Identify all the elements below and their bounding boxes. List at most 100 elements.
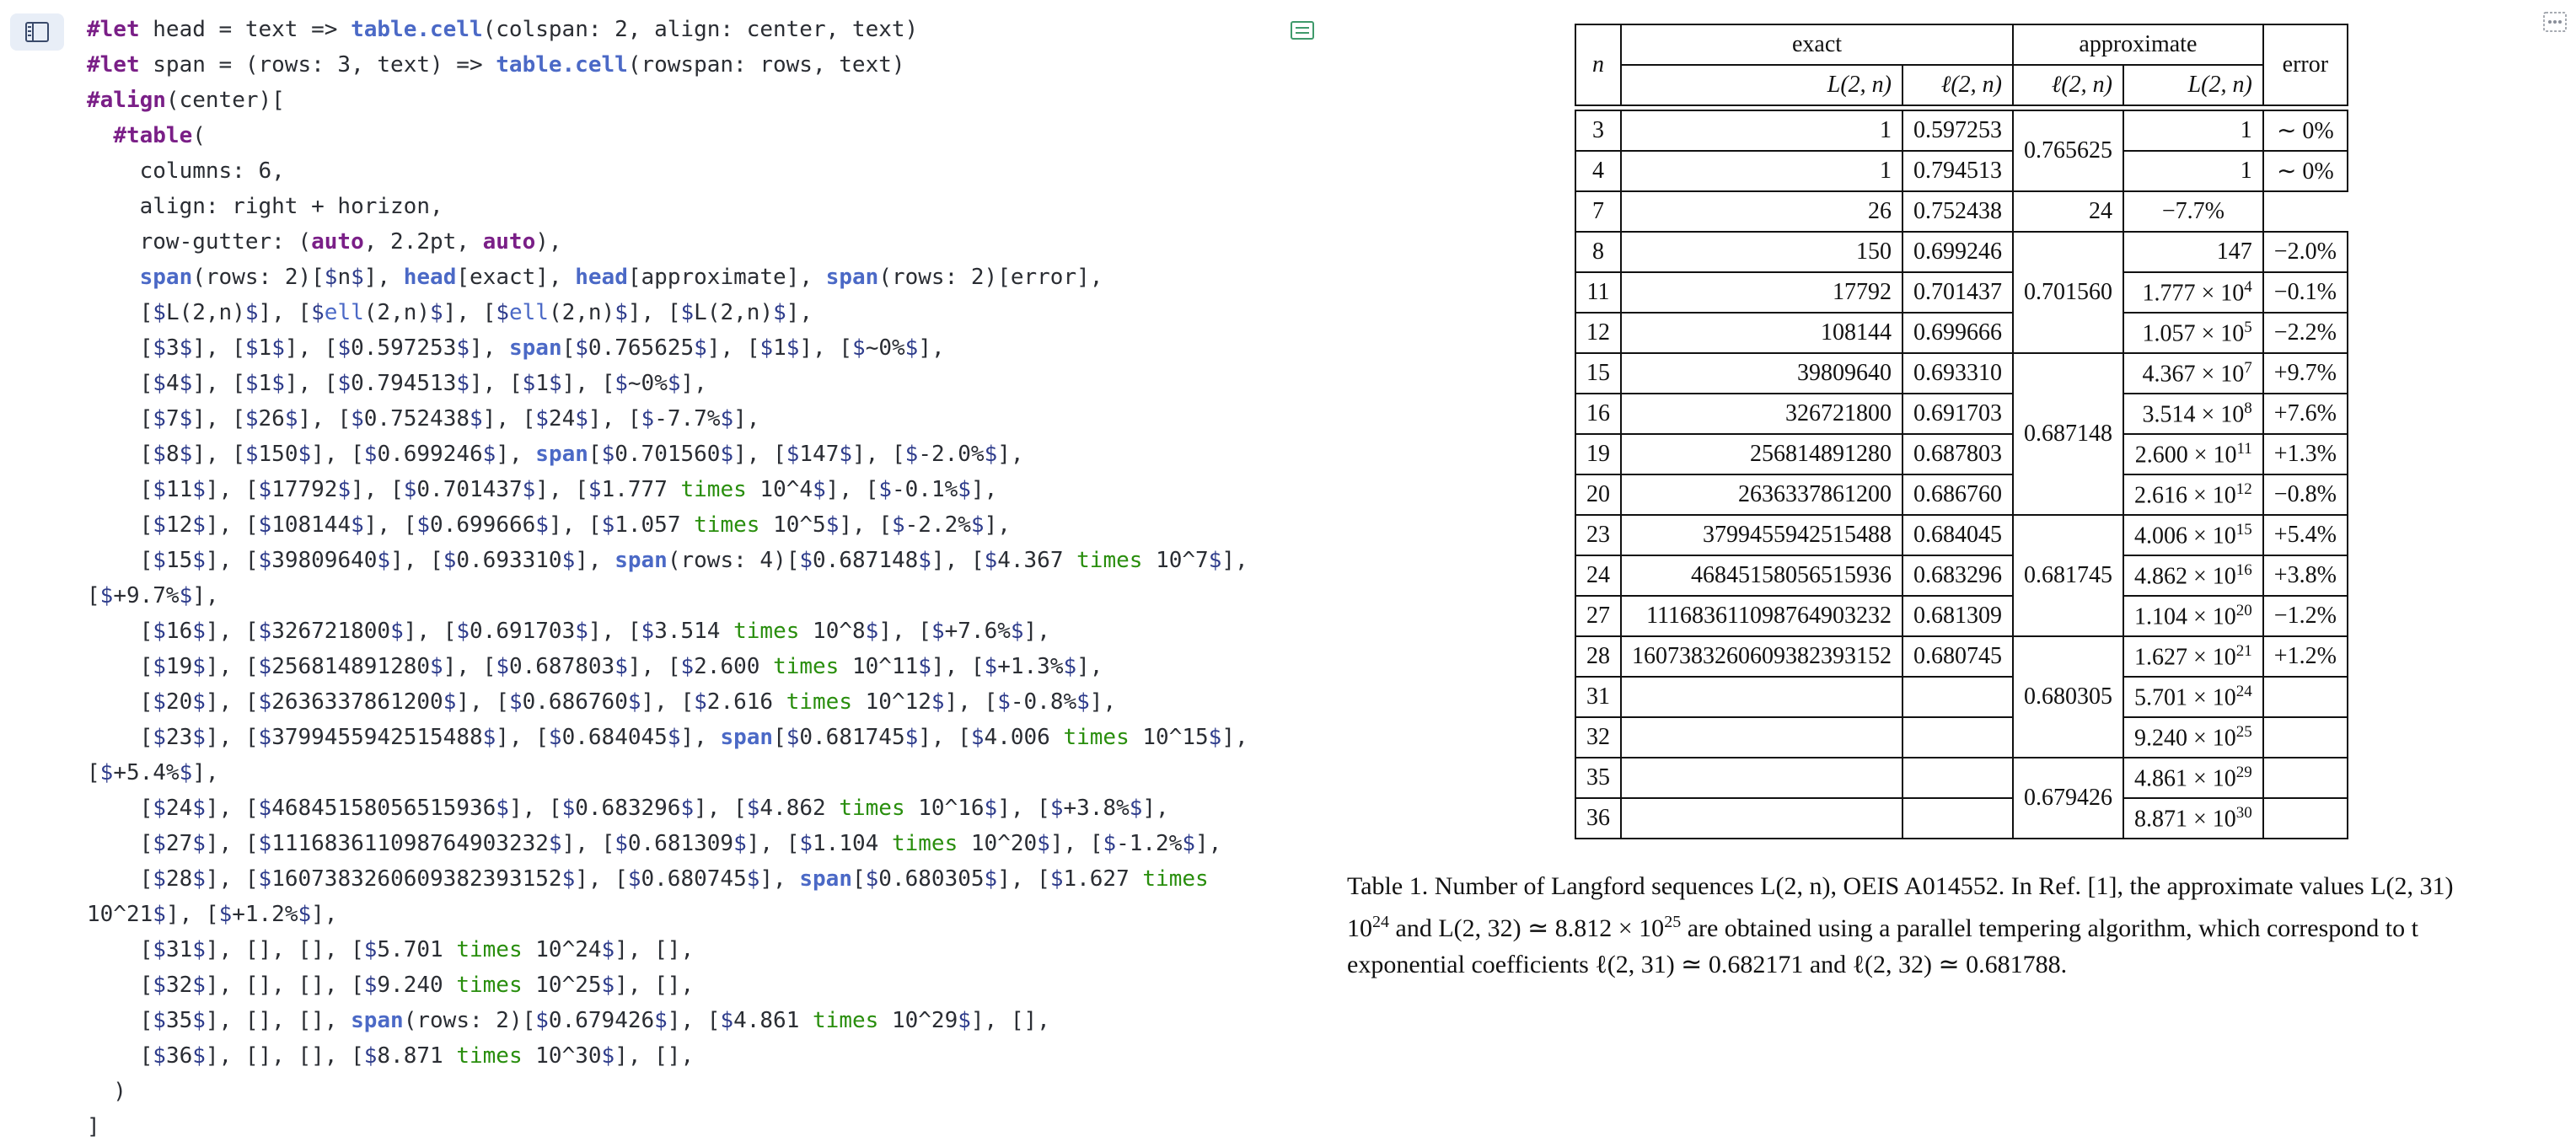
cell-L-approx: 4.862 × 1016 <box>2123 555 2264 597</box>
cell-error <box>2262 797 2348 839</box>
cell-error: ∼ 0% <box>2262 110 2348 152</box>
cell-L-approx: 147 <box>2123 231 2264 273</box>
subheader-ell-approx: ℓ(2, n) <box>2012 64 2124 106</box>
code-line[interactable]: columns: 6, <box>87 153 1248 189</box>
code-line[interactable]: [$31$], [], [], [$5.701 times 10^24$], [… <box>87 932 1248 967</box>
cell-ell-exact-value: 0.686760 <box>1913 481 2002 507</box>
cell-error: +1.2% <box>2262 635 2348 678</box>
cell-error-value: −2.2% <box>2273 319 2337 346</box>
caption-line-2-mid: and L(2, 32) ≃ 8.812 × 10 <box>1389 914 1665 942</box>
code-line[interactable]: [$32$], [], [], [$9.240 times 10^25$], [… <box>87 967 1248 1003</box>
cell-n: 15 <box>1575 352 1622 394</box>
cell-n-value: 32 <box>1586 724 1610 750</box>
code-line[interactable]: row-gutter: (auto, 2.2pt, auto), <box>87 224 1248 260</box>
cell-error: −1.2% <box>2262 595 2348 637</box>
cell-n: 31 <box>1575 676 1622 718</box>
code-line[interactable]: [$L(2,n)$], [$ell(2,n)$], [$ell(2,n)$], … <box>87 295 1248 330</box>
cell-n-value: 3 <box>1592 117 1604 143</box>
code-line[interactable]: #let head = text => table.cell(colspan: … <box>87 12 1248 47</box>
cell-error: +3.8% <box>2262 555 2348 597</box>
table-row: 32 9.240 × 1025 <box>1575 716 2348 758</box>
more-menu-button[interactable] <box>2542 10 2568 34</box>
cell-n: 27 <box>1575 595 1622 637</box>
cell-L-approx: 1 <box>2123 110 2264 152</box>
code-line[interactable]: [$20$], [$2636337861200$], [$0.686760$],… <box>87 684 1248 720</box>
cell-L-exact <box>1620 676 1903 718</box>
code-line[interactable]: [$36$], [], [], [$8.871 times 10^30$], [… <box>87 1038 1248 1074</box>
code-line[interactable]: span(rows: 2)[$n$], head[exact], head[ap… <box>87 260 1248 295</box>
code-line[interactable]: [$3$], [$1$], [$0.597253$], span[$0.7656… <box>87 330 1248 366</box>
code-line[interactable]: [$16$], [$326721800$], [$0.691703$], [$3… <box>87 614 1248 649</box>
code-line[interactable]: [$8$], [$150$], [$0.699246$], span[$0.70… <box>87 437 1248 472</box>
cell-n: 23 <box>1575 514 1622 556</box>
cell-L-exact-value: 256814891280 <box>1750 441 1892 467</box>
cell-L-approx-exponent: 21 <box>2235 641 2252 660</box>
cell-L-approx: 24 <box>2012 190 2124 233</box>
cell-L-exact-value: 111683611098764903232 <box>1646 603 1892 629</box>
cell-L-approx-exponent: 4 <box>2244 277 2252 296</box>
cell-ell-exact-value: 0.680745 <box>1913 643 2002 669</box>
code-editor[interactable]: #let head = text => table.cell(colspan: … <box>0 0 1345 1147</box>
cell-error-value: −1.2% <box>2273 603 2337 629</box>
table-row: 7 26 0.752438 24 −7.7% <box>1575 190 2348 233</box>
outline-toggle-icon <box>25 22 49 42</box>
code-line[interactable]: [$15$], [$39809640$], [$0.693310$], span… <box>87 543 1248 578</box>
cell-error-value: −7.7% <box>2161 198 2224 224</box>
cell-L-exact: 111683611098764903232 <box>1620 595 1903 637</box>
cell-L-approx-value: 2.600 × 10 <box>2134 442 2237 469</box>
cell-L-approx-value: 4.862 × 10 <box>2134 563 2236 590</box>
code-line[interactable]: [$4$], [$1$], [$0.794513$], [$1$], [$~0%… <box>87 366 1248 401</box>
more-menu-icon <box>2543 12 2567 32</box>
cell-L-approx-exponent: 5 <box>2244 318 2252 336</box>
cell-L-exact-value: 39809640 <box>1797 360 1892 386</box>
code-line[interactable]: [$7$], [$26$], [$0.752438$], [$24$], [$-… <box>87 401 1248 437</box>
caption-line-3: exponential coefficients ℓ(2, 31) ≃ 0.68… <box>1347 951 2068 978</box>
code-line[interactable]: ] <box>87 1109 1248 1144</box>
code-line[interactable]: [$11$], [$17792$], [$0.701437$], [$1.777… <box>87 472 1248 507</box>
cell-ell-exact: 0.684045 <box>1902 514 2014 556</box>
code-lines[interactable]: #let head = text => table.cell(colspan: … <box>87 12 1248 1144</box>
code-line[interactable]: ) <box>87 1074 1248 1109</box>
cell-n: 19 <box>1575 433 1622 475</box>
cell-ell-exact-value: 0.699246 <box>1913 239 2002 265</box>
code-line[interactable]: #table( <box>87 118 1248 153</box>
cell-ell-exact-value: 0.691703 <box>1913 400 2002 426</box>
cell-ell-approx-value: 0.681745 <box>2024 562 2112 588</box>
caption-line-2-pre: 10 <box>1347 914 1372 942</box>
cell-L-approx-exponent: 15 <box>2235 520 2252 539</box>
code-line[interactable]: [$24$], [$46845158056515936$], [$0.68329… <box>87 791 1248 826</box>
cell-n: 16 <box>1575 393 1622 435</box>
code-line[interactable]: align: right + horizon, <box>87 189 1248 224</box>
code-line[interactable]: [$35$], [], [], span(rows: 2)[$0.679426$… <box>87 1003 1248 1038</box>
subheader-ell-exact-label: ℓ(2, n) <box>1940 72 2002 98</box>
cell-L-exact-value: 46845158056515936 <box>1691 562 1892 588</box>
cell-error: −2.0% <box>2262 231 2348 273</box>
outline-toggle-button[interactable] <box>10 13 64 51</box>
cell-n: 35 <box>1575 757 1622 799</box>
code-line[interactable]: [$28$], [$1607383260609382393152$], [$0.… <box>87 861 1248 897</box>
table-row: 15 39809640 0.693310 0.687148 4.367 × 107 +9.… <box>1575 352 2348 516</box>
cell-ell-exact: 0.699246 <box>1902 231 2014 273</box>
cell-error-value: +1.2% <box>2273 643 2337 669</box>
code-line[interactable]: [$27$], [$111683611098764903232$], [$0.6… <box>87 826 1248 861</box>
cell-L-approx-value: 1.057 × 10 <box>2142 320 2245 347</box>
cell-L-exact-value: 326721800 <box>1785 400 1892 426</box>
code-line[interactable]: [$12$], [$108144$], [$0.699666$], [$1.05… <box>87 507 1248 543</box>
caption-line-2-post: are obtained using a parallel tempering … <box>1681 914 2418 942</box>
cell-L-approx-value: 24 <box>2089 198 2112 224</box>
header-exact: exact <box>1620 24 2014 66</box>
code-line[interactable]: #align(center)[ <box>87 83 1248 118</box>
code-line[interactable]: [$19$], [$256814891280$], [$0.687803$], … <box>87 649 1248 684</box>
code-line[interactable]: #let span = (rows: 3, text) => table.cel… <box>87 47 1248 83</box>
cell-L-approx: 1.104 × 1020 <box>2123 595 2264 637</box>
cell-L-approx-value: 1 <box>2240 117 2252 143</box>
cell-n-value: 8 <box>1592 239 1604 265</box>
cell-error: +7.6% <box>2262 393 2348 435</box>
langford-table: n exact approximate error L(2, n) ℓ(2, n… <box>1575 24 2348 839</box>
preview-sync-button[interactable] <box>1290 20 1315 40</box>
code-line[interactable]: [$+5.4%$], <box>87 755 1248 791</box>
code-line[interactable]: 10^21$], [$+1.2%$], <box>87 897 1248 932</box>
subheader-ell-exact: ℓ(2, n) <box>1902 64 2014 106</box>
code-line[interactable]: [$23$], [$3799455942515488$], [$0.684045… <box>87 720 1248 755</box>
code-line[interactable]: [$+9.7%$], <box>87 578 1248 614</box>
